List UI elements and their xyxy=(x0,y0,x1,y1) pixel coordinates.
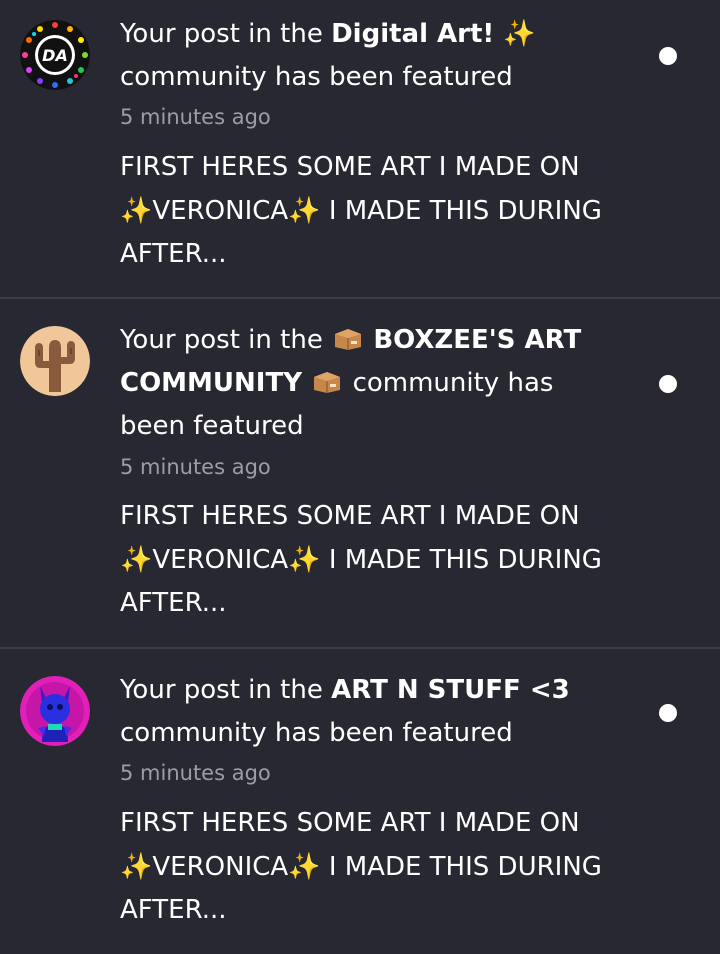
post-preview[interactable]: FIRST HERES SOME ART I MADE ON ✨VERONICA… xyxy=(120,802,690,933)
community-avatar-boxzee[interactable] xyxy=(20,326,90,396)
notification-feed: DA Your post in the Digital Art! ✨ commu… xyxy=(0,0,720,954)
post-preview[interactable]: FIRST HERES SOME ART I MADE ON ✨VERONICA… xyxy=(120,146,690,277)
unread-indicator xyxy=(659,704,677,722)
headline-suffix: community has been featured xyxy=(120,62,513,92)
post-preview[interactable]: FIRST HERES SOME ART I MADE ON ✨VERONICA… xyxy=(120,495,690,626)
unread-indicator xyxy=(659,375,677,393)
post-preview-line: FIRST HERES SOME ART I MADE ON xyxy=(120,808,580,838)
timestamp: 5 minutes ago xyxy=(120,105,271,129)
notification-item[interactable]: Your post in the BOXZEE'S ART COMMUNITY … xyxy=(0,299,720,648)
community-avatar-digital-art[interactable]: DA xyxy=(20,20,90,90)
timestamp: 5 minutes ago xyxy=(120,455,271,479)
notification-headline: Your post in the BOXZEE'S ART COMMUNITY … xyxy=(120,319,620,448)
post-preview-line: ✨VERONICA✨ I MADE THIS DURING xyxy=(120,851,602,882)
character-avatar-icon xyxy=(20,676,90,746)
notification-headline: Your post in the ART N STUFF <3 communit… xyxy=(120,669,620,755)
post-preview-line: AFTER... xyxy=(120,588,227,618)
package-emoji-icon xyxy=(314,372,341,393)
notification-item[interactable]: Your post in the ART N STUFF <3 communit… xyxy=(0,649,720,954)
unread-indicator xyxy=(659,47,677,65)
post-preview-line: AFTER... xyxy=(120,895,227,925)
headline-prefix: Your post in the xyxy=(120,19,332,49)
notification-item[interactable]: DA Your post in the Digital Art! ✨ commu… xyxy=(0,0,720,298)
cactus-avatar-icon xyxy=(20,326,90,396)
post-preview-line: FIRST HERES SOME ART I MADE ON xyxy=(120,152,580,182)
post-preview-line: ✨VERONICA✨ I MADE THIS DURING xyxy=(120,544,602,575)
headline-suffix: community has been featured xyxy=(120,718,513,748)
headline-prefix: Your post in the xyxy=(120,325,332,355)
post-preview-line: FIRST HERES SOME ART I MADE ON xyxy=(120,501,580,531)
package-emoji-icon xyxy=(335,329,362,350)
community-name[interactable]: Digital Art! ✨ xyxy=(331,19,536,49)
svg-text:DA: DA xyxy=(42,46,68,65)
notification-headline: Your post in the Digital Art! ✨ communit… xyxy=(120,13,620,99)
digital-art-logo-icon: DA xyxy=(20,20,90,90)
headline-prefix: Your post in the xyxy=(120,675,332,705)
post-preview-line: ✨VERONICA✨ I MADE THIS DURING xyxy=(120,195,602,226)
community-avatar-art-n-stuff[interactable] xyxy=(20,676,90,746)
community-name[interactable]: ART N STUFF <3 xyxy=(331,675,570,705)
timestamp: 5 minutes ago xyxy=(120,761,271,785)
post-preview-line: AFTER... xyxy=(120,239,227,269)
